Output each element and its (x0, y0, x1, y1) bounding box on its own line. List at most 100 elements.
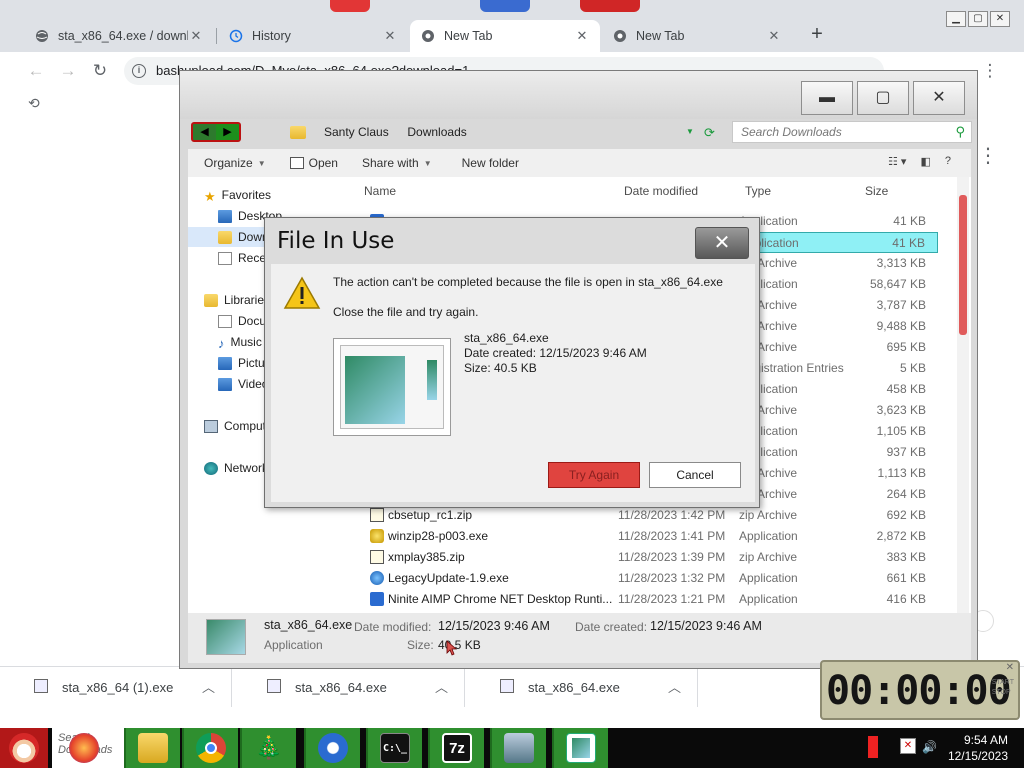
column-header-type[interactable]: Type (745, 177, 771, 203)
stopwatch-controls[interactable]: START STOP (992, 678, 1014, 698)
cmd-icon: C:\_ (380, 733, 410, 763)
close-window-button[interactable]: ✕ (990, 11, 1010, 27)
help-icon[interactable]: ? (945, 155, 951, 168)
search-icon[interactable]: ⚲ (955, 124, 965, 140)
scrollbar-thumb[interactable] (959, 195, 967, 335)
explorer-titlebar[interactable]: ▬ ▢ ✕ (180, 71, 977, 119)
start-button[interactable] (0, 728, 48, 768)
maximize-button[interactable]: ▢ (857, 81, 909, 115)
file-size: 3,313 KB (876, 256, 926, 270)
share-with-button[interactable]: Share with ▼ (362, 156, 432, 170)
file-size: 2,872 KB (876, 529, 926, 543)
close-window-button[interactable]: ✕ (913, 81, 965, 115)
new-folder-label: New folder (461, 156, 519, 170)
chrome-menu-button[interactable]: ⋮ (978, 60, 1002, 82)
taskbar-app-cmd[interactable]: C:\_ (366, 728, 422, 768)
file-row[interactable]: Ninite AIMP Chrome NET Desktop Runti... 1… (358, 589, 938, 610)
open-button[interactable]: Open (289, 156, 338, 170)
minimize-button[interactable]: ▬ (801, 81, 853, 115)
flag-icon[interactable] (868, 736, 878, 758)
breadcrumb-item[interactable]: Santy Claus (324, 125, 389, 139)
taskbar-app-firefox[interactable] (64, 728, 104, 768)
clock[interactable]: 9:54 AM 12/15/2023 (948, 732, 1008, 764)
chevron-up-icon[interactable]: ︿ (435, 677, 448, 696)
nav-item-favorites[interactable]: ★ Favorites (188, 185, 358, 205)
dialog-file-name: sta_x86_64.exe (464, 331, 549, 345)
file-date: 11/28/2023 1:39 PM (618, 550, 726, 564)
close-icon[interactable]: ✕ (382, 28, 398, 44)
stopwatch-widget[interactable]: 00:00:00 START STOP ✕ (820, 660, 1020, 720)
refresh-icon[interactable]: ⟳ (704, 125, 715, 141)
explorer-navbar: ◀ ▶ Santy Claus Downloads ▼ ⟳ Search Dow… (188, 119, 972, 149)
forward-button[interactable]: → (56, 60, 80, 82)
chevron-up-icon[interactable]: ︿ (668, 677, 681, 696)
file-size: 58,647 KB (869, 277, 926, 291)
taskbar-app-7zip[interactable]: 7z (428, 728, 484, 768)
file-row[interactable]: cbsetup_rc1.zip 11/28/2023 1:42 PM zip Arc… (358, 505, 938, 526)
file-row[interactable]: LegacyUpdate-1.9.exe 11/28/2023 1:32 PM Ap… (358, 568, 938, 589)
close-icon[interactable]: ✕ (1006, 662, 1014, 673)
tab-new-tab-active[interactable]: New Tab ✕ (410, 20, 600, 52)
recent-icon (218, 251, 232, 265)
close-icon[interactable]: ✕ (188, 28, 204, 44)
downloads-icon (218, 230, 232, 244)
organize-button[interactable]: Organize ▼ (204, 156, 266, 170)
warning-icon (283, 276, 321, 313)
column-header-name[interactable]: Name (364, 177, 396, 203)
try-again-button[interactable]: Try Again (548, 462, 640, 488)
nav-label: Favorites (221, 188, 272, 202)
back-button[interactable]: ← (24, 60, 48, 82)
cancel-button[interactable]: Cancel (649, 462, 741, 488)
details-modified-value: 12/15/2023 9:46 AM (438, 619, 550, 633)
taskbar-app-reader[interactable] (552, 728, 608, 768)
tab-new-tab[interactable]: New Tab ✕ (602, 20, 792, 52)
new-folder-button[interactable]: New folder (462, 156, 519, 170)
tab-strip: sta_x86_64.exe / downlo ✕ History ✕ New … (0, 0, 1024, 52)
search-input[interactable]: Search Downloads ⚲ (732, 121, 972, 143)
tab-separator (216, 28, 217, 44)
column-header-size[interactable]: Size (865, 177, 888, 203)
file-size: 695 KB (886, 340, 926, 354)
file-row[interactable]: winzip28-p003.exe 11/28/2023 1:41 PM Appli… (358, 526, 938, 547)
file-size: 661 KB (886, 571, 926, 585)
file-size: 692 KB (886, 508, 926, 522)
taskbar-app-xmas[interactable]: 🎄 (240, 728, 296, 768)
more-options-icon[interactable]: ⋮ (978, 143, 998, 168)
taskbar-app-network[interactable] (490, 728, 546, 768)
maximize-button[interactable]: ▢ (968, 11, 988, 27)
folder-icon (290, 125, 306, 139)
download-item[interactable]: sta_x86_64 (1).exe ︿ (0, 667, 232, 707)
tab-history[interactable]: History ✕ (218, 20, 408, 52)
breadcrumb-item[interactable]: Downloads (407, 125, 466, 139)
download-item[interactable]: sta_x86_64.exe ︿ (233, 667, 465, 707)
download-item[interactable]: sta_x86_64.exe ︿ (466, 667, 698, 707)
history-icon[interactable]: ⟲ (28, 95, 40, 112)
preview-pane-icon[interactable]: ◧ (920, 155, 930, 168)
action-center-icon[interactable]: ✕ (900, 738, 916, 754)
taskbar-app-chrome[interactable] (182, 728, 238, 768)
close-icon[interactable]: ✕ (574, 28, 590, 44)
taskbar-app-thunderbird[interactable] (304, 728, 360, 768)
back-button[interactable]: ◀ (193, 124, 216, 140)
new-tab-button[interactable]: + (806, 24, 828, 46)
file-size: 937 KB (886, 445, 926, 459)
dialog-close-button[interactable]: ✕ (695, 227, 749, 259)
file-type: Application (739, 592, 798, 606)
taskbar-app-explorer[interactable] (124, 728, 180, 768)
tab-label: sta_x86_64.exe / downlo (58, 29, 188, 43)
chevron-up-icon[interactable]: ︿ (202, 677, 215, 696)
reload-button[interactable]: ↻ (88, 60, 112, 82)
forward-button[interactable]: ▶ (216, 124, 239, 140)
close-icon[interactable]: ✕ (766, 28, 782, 44)
minimize-button[interactable]: ▁ (946, 11, 966, 27)
info-icon[interactable]: i (132, 64, 146, 78)
column-header-date[interactable]: Date modified (624, 177, 698, 203)
view-icon[interactable]: ☷ ▾ (888, 155, 906, 168)
file-row[interactable]: xmplay385.zip 11/28/2023 1:39 PM zip Archi… (358, 547, 938, 568)
tab-download[interactable]: sta_x86_64.exe / downlo ✕ (24, 20, 214, 52)
download-label: sta_x86_64.exe (528, 679, 620, 695)
volume-icon[interactable]: 🔊 (922, 740, 937, 754)
vertical-scrollbar[interactable] (957, 177, 969, 613)
system-tray: ✕ 🔊 9:54 AM 12/15/2023 (848, 728, 1024, 768)
dropdown-icon[interactable]: ▼ (686, 127, 694, 136)
